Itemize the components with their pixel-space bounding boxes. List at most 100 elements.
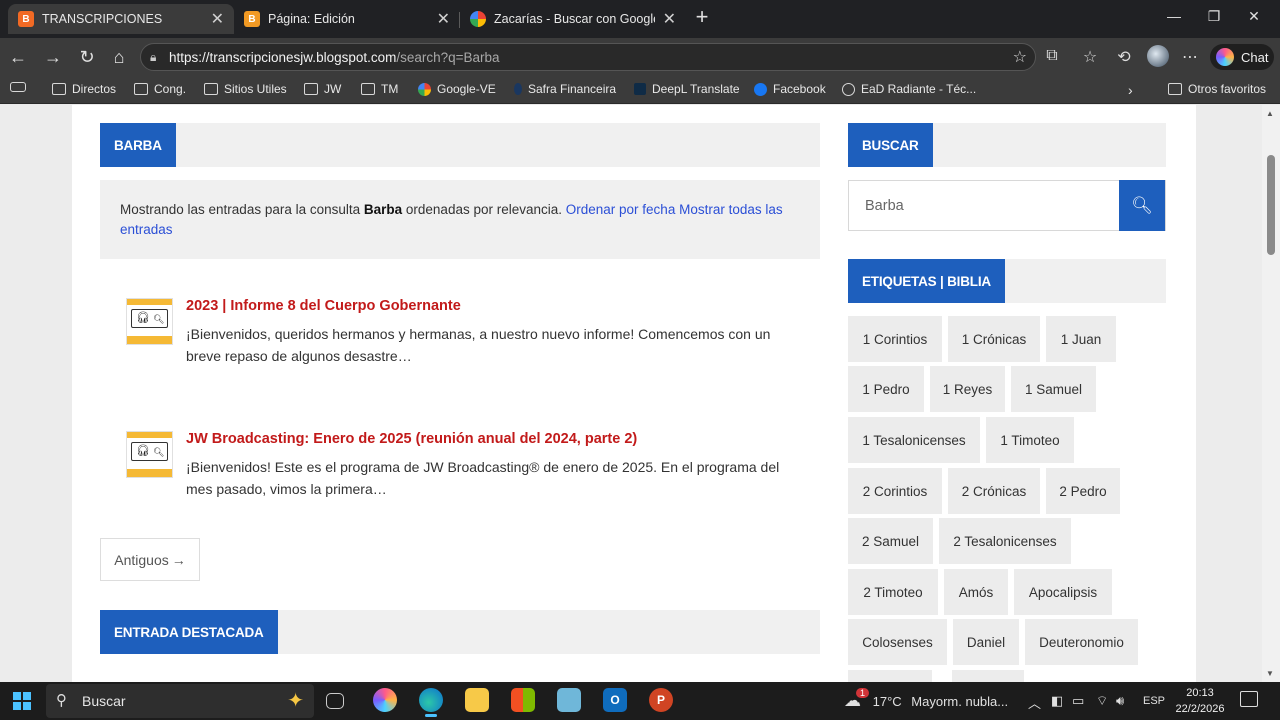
notepad-app-icon[interactable] <box>557 688 581 712</box>
wifi-icon[interactable]: ⌔ <box>1096 693 1108 709</box>
page-scrollbar[interactable]: ▲ ▼ <box>1262 105 1280 682</box>
tag-item[interactable]: 2 Crónicas <box>948 468 1040 514</box>
tag-item[interactable]: 2 Tesalonicenses <box>939 518 1071 564</box>
windows-start-icon[interactable] <box>13 692 31 710</box>
close-window-icon[interactable]: ✕ <box>1244 8 1264 25</box>
tab-pagina-edicion[interactable]: B Página: Edición ✕ <box>234 4 460 34</box>
home-icon[interactable]: ⌂ <box>108 46 130 68</box>
older-posts-button[interactable]: Antiguos → <box>100 538 200 581</box>
tag-item[interactable]: 1 Corintios <box>848 316 942 362</box>
bookmark-tm[interactable]: TM <box>361 82 398 96</box>
url-path: /search?q=Barba <box>396 49 500 65</box>
scrollbar-thumb[interactable] <box>1267 155 1275 255</box>
search-button[interactable]: 🔍︎ <box>1119 180 1165 231</box>
bookmark-google-ve[interactable]: Google-VE <box>418 82 496 96</box>
task-view-icon[interactable] <box>326 693 344 709</box>
url-host: https://transcripcionesjw.blogspot.com <box>169 49 397 65</box>
copilot-chat-button[interactable]: Chat <box>1210 44 1274 70</box>
post-title-link[interactable]: JW Broadcasting: Enero de 2025 (reunión … <box>186 431 637 447</box>
copilot-app-icon[interactable] <box>373 688 397 712</box>
close-tab-icon[interactable]: ✕ <box>437 9 450 29</box>
tag-item[interactable]: 1 Pedro <box>848 366 924 412</box>
search-input[interactable] <box>849 181 1121 230</box>
outlook-app-icon[interactable]: O <box>603 688 627 712</box>
bookmark-safra[interactable]: Safra Financeira <box>514 82 616 96</box>
post-item: 🎧︎ 🔍︎ 2023 | Informe 8 del Cuerpo Gobern… <box>126 298 786 378</box>
tray-chevron-icon[interactable]: ︿ <box>1028 693 1041 712</box>
restore-icon[interactable]: ❐ <box>1204 8 1224 25</box>
system-clock[interactable]: 20:13 22/2/2026 <box>1172 685 1228 717</box>
featured-post-title: ENTRADA DESTACADA <box>100 610 278 654</box>
tag-item[interactable]: 2 Pedro <box>1046 468 1120 514</box>
bookmark-deepl[interactable]: DeepL Translate <box>634 82 740 96</box>
tag-item[interactable]: Daniel <box>953 619 1019 665</box>
tab-title: Página: Edición <box>268 12 355 26</box>
post-thumbnail[interactable]: 🎧︎ 🔍︎ <box>126 431 173 478</box>
tray-app-icon[interactable]: ◧ <box>1051 693 1063 709</box>
new-tab-button[interactable]: + <box>690 6 714 30</box>
bookmark-jw[interactable]: JW <box>304 82 341 96</box>
tag-item[interactable]: Amós <box>944 569 1008 615</box>
weather-widget[interactable]: ☁ 1 17°C Mayorm. nubla... <box>844 688 1008 711</box>
tag-item[interactable]: 2 Samuel <box>848 518 933 564</box>
tag-item[interactable]: 1 Tesalonicenses <box>848 417 980 463</box>
battery-icon[interactable]: ▭ <box>1072 693 1084 709</box>
tag-item-partial[interactable] <box>952 670 1024 682</box>
tag-item[interactable]: 1 Juan <box>1046 316 1116 362</box>
scroll-down-icon[interactable]: ▼ <box>1266 669 1274 678</box>
minimize-icon[interactable]: — <box>1164 8 1184 24</box>
volume-icon[interactable]: 🔊︎ <box>1116 693 1124 709</box>
bookmarks-overflow-icon[interactable]: › <box>1128 82 1133 98</box>
scroll-up-icon[interactable]: ▲ <box>1266 109 1274 118</box>
powerpoint-app-icon[interactable]: P <box>649 688 673 712</box>
tag-item[interactable]: 1 Samuel <box>1011 366 1096 412</box>
tab-google-search[interactable]: Zacarías - Buscar con Google ✕ <box>460 4 686 34</box>
bookmark-otros-favoritos[interactable]: Otros favoritos <box>1168 82 1266 96</box>
more-menu-icon[interactable]: ⋯ <box>1180 47 1200 67</box>
magnifier-icon: 🔍︎ <box>153 447 165 457</box>
favorite-star-icon[interactable]: ☆ <box>1013 47 1027 67</box>
history-icon[interactable]: ⟲ <box>1114 47 1134 67</box>
profile-avatar[interactable] <box>1147 45 1169 67</box>
bookmark-directos[interactable]: Directos <box>52 82 116 96</box>
bookmark-sitios-utiles[interactable]: Sitios Utiles <box>204 82 287 96</box>
notifications-icon[interactable] <box>1240 691 1258 707</box>
site-info-icon[interactable]: 🔒︎ <box>150 50 156 65</box>
tab-title: TRANSCRIPCIONES <box>42 12 163 26</box>
close-tab-icon[interactable]: ✕ <box>663 9 676 29</box>
sort-by-date-link[interactable]: Ordenar por fecha <box>566 202 676 217</box>
bookmark-cong[interactable]: Cong. <box>134 82 186 96</box>
sidebar-toggle-icon[interactable] <box>10 82 32 92</box>
folder-icon <box>304 83 318 95</box>
deepl-icon <box>634 83 646 95</box>
tag-item[interactable]: 2 Timoteo <box>848 569 938 615</box>
tags-title: ETIQUETAS | BIBLIA <box>848 259 1005 303</box>
microsoft-store-icon[interactable] <box>511 688 535 712</box>
extensions-icon[interactable]: ⧉ <box>1042 47 1062 65</box>
tag-item[interactable]: 1 Crónicas <box>948 316 1040 362</box>
address-bar[interactable]: 🔒︎ https://transcripcionesjw.blogspot.co… <box>140 43 1036 71</box>
tab-transcripciones[interactable]: B TRANSCRIPCIONES ✕ <box>8 4 234 34</box>
back-icon[interactable]: ← <box>7 46 29 68</box>
language-indicator[interactable]: ESP <box>1143 695 1165 707</box>
favorites-icon[interactable]: ☆ <box>1080 47 1100 67</box>
tab-title: Zacarías - Buscar con Google <box>494 12 655 26</box>
tag-item[interactable]: 1 Timoteo <box>986 417 1074 463</box>
tag-item[interactable]: Apocalipsis <box>1014 569 1112 615</box>
file-explorer-icon[interactable] <box>465 688 489 712</box>
close-tab-icon[interactable]: ✕ <box>211 9 224 29</box>
taskbar-search[interactable]: ⚲ Buscar ✦ <box>46 684 314 718</box>
post-thumbnail[interactable]: 🎧︎ 🔍︎ <box>126 298 173 345</box>
tag-item[interactable]: 2 Corintios <box>848 468 942 514</box>
safra-icon <box>514 83 522 95</box>
post-title-link[interactable]: 2023 | Informe 8 del Cuerpo Gobernante <box>186 298 461 314</box>
bookmark-ead-radiante[interactable]: EaD Radiante - Téc... <box>842 82 976 96</box>
tag-item[interactable]: Deuteronomio <box>1025 619 1138 665</box>
forward-icon[interactable]: → <box>42 46 64 68</box>
bookmark-facebook[interactable]: Facebook <box>754 82 826 96</box>
tag-item-partial[interactable] <box>848 670 932 682</box>
tag-item[interactable]: 1 Reyes <box>930 366 1005 412</box>
reload-icon[interactable]: ↻ <box>76 46 98 68</box>
tag-item[interactable]: Colosenses <box>848 619 947 665</box>
edge-app-icon[interactable] <box>419 688 443 717</box>
